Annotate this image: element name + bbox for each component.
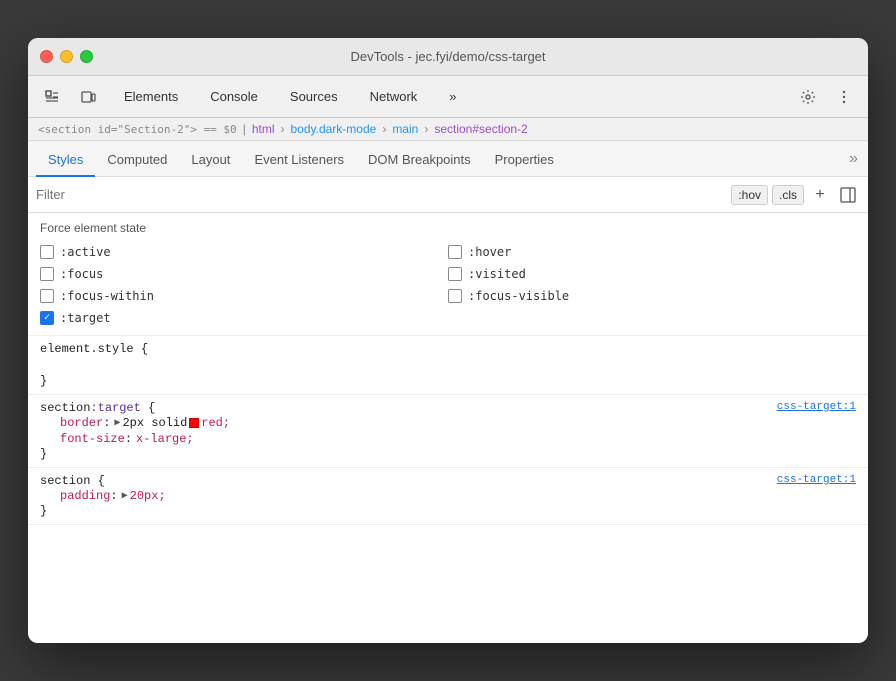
window-title: DevTools - jec.fyi/demo/css-target bbox=[350, 49, 545, 64]
active-label: :active bbox=[60, 245, 111, 259]
section-selector: section { bbox=[40, 474, 105, 488]
font-size-name: font-size bbox=[60, 432, 125, 446]
padding-name: padding bbox=[60, 489, 110, 503]
subtab-event-listeners[interactable]: Event Listeners bbox=[242, 144, 356, 177]
color-swatch-red[interactable] bbox=[189, 418, 199, 428]
tab-more[interactable]: » bbox=[433, 83, 472, 110]
border-name: border bbox=[60, 416, 103, 430]
section-target-selector: section:target { bbox=[40, 401, 155, 415]
devtools-window: DevTools - jec.fyi/demo/css-target Eleme… bbox=[28, 38, 868, 643]
target-label: :target bbox=[60, 311, 111, 325]
force-state-section: Force element state :active :hover :focu… bbox=[28, 213, 868, 336]
maximize-button[interactable] bbox=[80, 50, 93, 63]
breadcrumb-bar: <section id="Section-2"> == $0 | html › … bbox=[28, 118, 868, 141]
state-hover: :hover bbox=[448, 243, 856, 261]
state-active: :active bbox=[40, 243, 448, 261]
subtab-layout[interactable]: Layout bbox=[179, 144, 242, 177]
traffic-lights bbox=[40, 50, 93, 63]
target-checkbox[interactable] bbox=[40, 311, 54, 325]
border-property: border : ▶ 2px solid red; bbox=[40, 415, 856, 431]
element-style-selector: element.style { bbox=[40, 342, 148, 356]
padding-colon: : bbox=[110, 489, 117, 503]
focus-visible-checkbox[interactable] bbox=[448, 289, 462, 303]
tab-console[interactable]: Console bbox=[194, 83, 274, 110]
nav-tabs: Elements Console Sources Network » bbox=[108, 83, 788, 110]
padding-expand-icon[interactable]: ▶ bbox=[122, 490, 128, 502]
element-picker-button[interactable] bbox=[36, 81, 68, 113]
cls-button[interactable]: .cls bbox=[772, 185, 804, 205]
state-focus-within: :focus-within bbox=[40, 287, 448, 305]
section-header: section { css-target:1 bbox=[40, 474, 856, 488]
visited-label: :visited bbox=[468, 267, 526, 281]
tab-sources[interactable]: Sources bbox=[274, 83, 354, 110]
crumb-body[interactable]: body.dark-mode bbox=[290, 122, 376, 136]
crumb-html[interactable]: html bbox=[252, 122, 275, 136]
section-target-header: section:target { css-target:1 bbox=[40, 401, 856, 415]
subtabs: Styles Computed Layout Event Listeners D… bbox=[28, 141, 868, 177]
focus-within-label: :focus-within bbox=[60, 289, 154, 303]
element-style-rule: element.style { } bbox=[28, 336, 868, 395]
subtab-properties[interactable]: Properties bbox=[483, 144, 566, 177]
toggle-sidebar-button[interactable] bbox=[836, 183, 860, 207]
tab-network[interactable]: Network bbox=[354, 83, 434, 110]
focus-within-checkbox[interactable] bbox=[40, 289, 54, 303]
focus-checkbox[interactable] bbox=[40, 267, 54, 281]
section-link[interactable]: css-target:1 bbox=[777, 474, 856, 486]
styles-panel-wrapper: Force element state :active :hover :focu… bbox=[28, 213, 868, 643]
state-focus-visible: :focus-visible bbox=[448, 287, 856, 305]
section-target-close: } bbox=[40, 447, 47, 461]
selected-indicator: <section id="Section-2"> == $0 bbox=[38, 123, 237, 136]
more-options-button[interactable] bbox=[828, 81, 860, 113]
section-rule: section { css-target:1 padding : ▶ 20px;… bbox=[28, 468, 868, 525]
border-value-pre: 2px solid bbox=[122, 416, 187, 430]
device-toolbar-button[interactable] bbox=[72, 81, 104, 113]
crumb-main[interactable]: main bbox=[392, 122, 418, 136]
hover-label: :hover bbox=[468, 245, 511, 259]
border-value-color: red; bbox=[201, 416, 230, 430]
styles-panel: Force element state :active :hover :focu… bbox=[28, 213, 868, 643]
crumb-section[interactable]: section#section-2 bbox=[434, 122, 527, 136]
hover-checkbox[interactable] bbox=[448, 245, 462, 259]
element-style-close: } bbox=[40, 374, 47, 388]
hov-button[interactable]: :hov bbox=[731, 185, 768, 205]
navbar: Elements Console Sources Network » bbox=[28, 76, 868, 118]
state-focus: :focus bbox=[40, 265, 448, 283]
focus-visible-label: :focus-visible bbox=[468, 289, 569, 303]
filter-input[interactable] bbox=[36, 187, 727, 202]
padding-value: 20px; bbox=[130, 489, 166, 503]
subtab-computed[interactable]: Computed bbox=[95, 144, 179, 177]
active-checkbox[interactable] bbox=[40, 245, 54, 259]
state-visited: :visited bbox=[448, 265, 856, 283]
padding-property: padding : ▶ 20px; bbox=[40, 488, 856, 504]
font-size-property: font-size : x-large; bbox=[40, 431, 856, 447]
border-expand-icon[interactable]: ▶ bbox=[114, 417, 120, 429]
section-target-link[interactable]: css-target:1 bbox=[777, 401, 856, 413]
nav-right bbox=[792, 81, 860, 113]
state-target: :target bbox=[40, 309, 448, 327]
font-size-value: x-large; bbox=[136, 432, 194, 446]
minimize-button[interactable] bbox=[60, 50, 73, 63]
font-size-colon: : bbox=[125, 432, 132, 446]
section-close: } bbox=[40, 504, 47, 518]
force-state-grid: :active :hover :focus :visited bbox=[40, 243, 856, 327]
add-rule-button[interactable]: + bbox=[808, 183, 832, 207]
subtab-styles[interactable]: Styles bbox=[36, 144, 95, 177]
tab-elements[interactable]: Elements bbox=[108, 83, 194, 110]
settings-button[interactable] bbox=[792, 81, 824, 113]
titlebar: DevTools - jec.fyi/demo/css-target bbox=[28, 38, 868, 76]
force-state-title: Force element state bbox=[40, 221, 856, 235]
subtab-dom-breakpoints[interactable]: DOM Breakpoints bbox=[356, 144, 483, 177]
close-button[interactable] bbox=[40, 50, 53, 63]
element-style-header: element.style { bbox=[40, 342, 856, 356]
section-target-rule: section:target { css-target:1 border : ▶… bbox=[28, 395, 868, 468]
focus-label: :focus bbox=[60, 267, 103, 281]
subtabs-more[interactable]: » bbox=[839, 142, 868, 176]
filter-bar: :hov .cls + bbox=[28, 177, 868, 213]
border-colon: : bbox=[103, 416, 110, 430]
element-style-empty bbox=[40, 356, 856, 374]
visited-checkbox[interactable] bbox=[448, 267, 462, 281]
